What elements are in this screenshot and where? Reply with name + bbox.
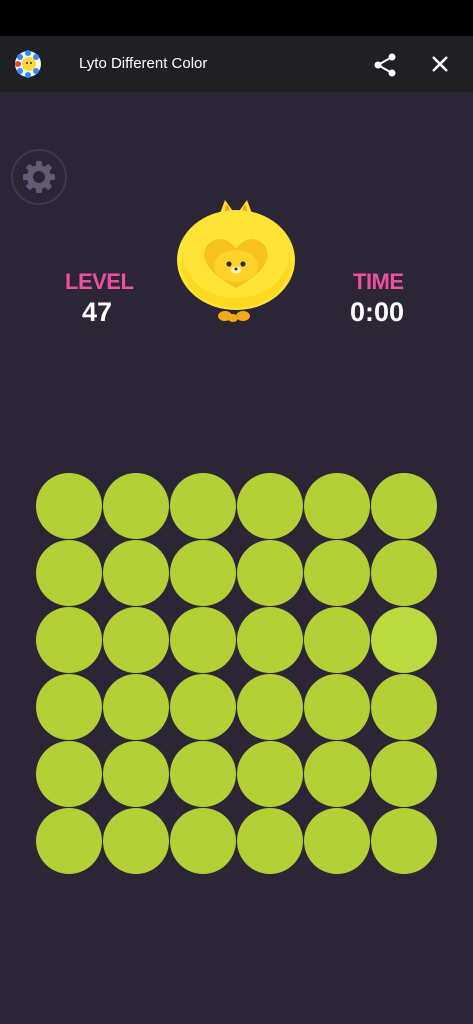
- color-dot[interactable]: [304, 473, 370, 539]
- color-dot[interactable]: [170, 808, 236, 874]
- color-dot[interactable]: [103, 540, 169, 606]
- color-dot[interactable]: [170, 674, 236, 740]
- color-dot[interactable]: [237, 473, 303, 539]
- color-dot[interactable]: [371, 741, 437, 807]
- color-dot[interactable]: [36, 741, 102, 807]
- color-dot[interactable]: [103, 741, 169, 807]
- gear-icon: [23, 161, 55, 193]
- color-dot[interactable]: [371, 674, 437, 740]
- color-dot[interactable]: [103, 808, 169, 874]
- level-label: LEVEL: [65, 269, 134, 294]
- color-dot[interactable]: [36, 473, 102, 539]
- color-dot[interactable]: [170, 741, 236, 807]
- close-icon[interactable]: [426, 50, 454, 78]
- settings-button[interactable]: [11, 149, 67, 205]
- color-dot[interactable]: [304, 674, 370, 740]
- color-board: [36, 473, 438, 875]
- color-dot[interactable]: [304, 808, 370, 874]
- color-dot[interactable]: [170, 540, 236, 606]
- level-value: 47: [82, 297, 113, 327]
- color-dot[interactable]: [237, 540, 303, 606]
- color-dot[interactable]: [103, 607, 169, 673]
- color-dot[interactable]: [237, 607, 303, 673]
- color-dot[interactable]: [103, 674, 169, 740]
- color-dot[interactable]: [237, 674, 303, 740]
- color-dot[interactable]: [36, 674, 102, 740]
- share-icon[interactable]: [370, 50, 400, 80]
- color-dot[interactable]: [170, 473, 236, 539]
- mascot-image: [175, 198, 297, 324]
- status-bar: [0, 0, 473, 36]
- time-label: TIME: [353, 269, 404, 294]
- lyto-app-icon: [13, 49, 43, 79]
- app-title: Lyto Different Color: [79, 55, 208, 72]
- color-dot[interactable]: [237, 741, 303, 807]
- color-dot[interactable]: [36, 540, 102, 606]
- color-dot[interactable]: [304, 540, 370, 606]
- color-dot[interactable]: [371, 808, 437, 874]
- color-dot[interactable]: [371, 607, 437, 673]
- color-dot[interactable]: [371, 473, 437, 539]
- color-dot[interactable]: [304, 741, 370, 807]
- color-dot[interactable]: [36, 607, 102, 673]
- color-dot[interactable]: [237, 808, 303, 874]
- color-dot[interactable]: [304, 607, 370, 673]
- time-value: 0:00: [350, 297, 405, 327]
- color-dot[interactable]: [103, 473, 169, 539]
- color-dot[interactable]: [170, 607, 236, 673]
- color-dot[interactable]: [371, 540, 437, 606]
- color-dot[interactable]: [36, 808, 102, 874]
- app-bar: Lyto Different Color: [0, 36, 473, 92]
